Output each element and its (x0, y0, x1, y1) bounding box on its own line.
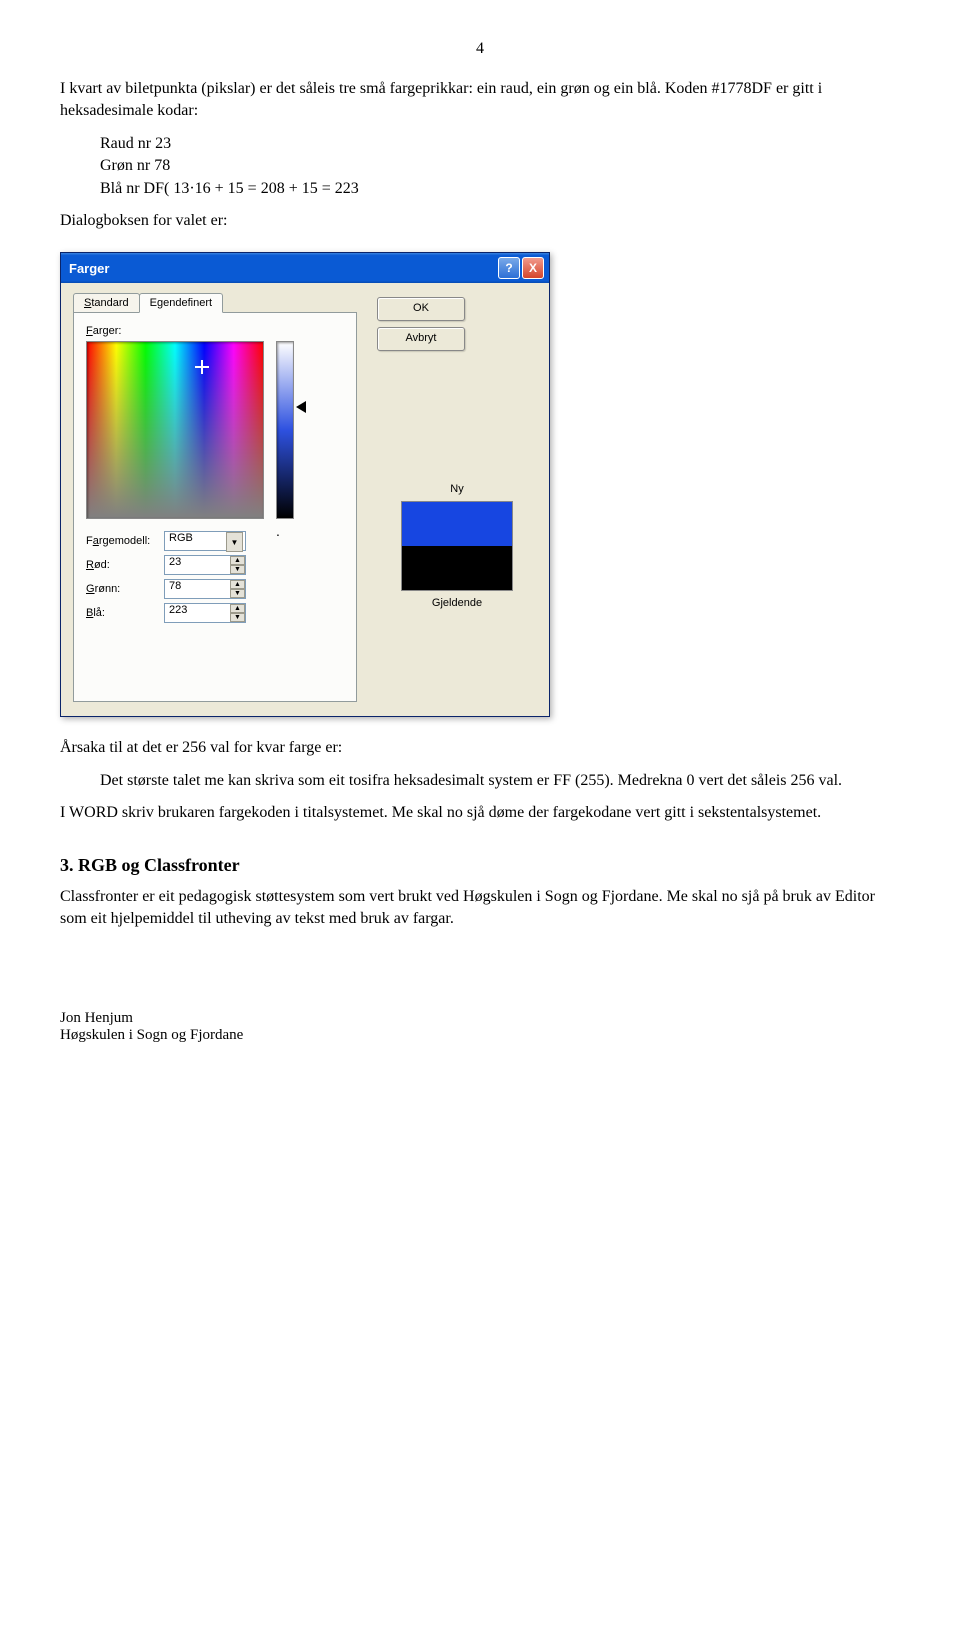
luminance-arrow-icon[interactable] (296, 401, 306, 413)
green-spinner[interactable]: ▲▼ (230, 580, 245, 598)
red-spinner[interactable]: ▲▼ (230, 556, 245, 574)
chevron-up-icon[interactable]: ▲ (230, 580, 245, 589)
page-footer: Jon Henjum Høgskulen i Sogn og Fjordane (60, 1010, 900, 1044)
current-color-swatch (402, 546, 512, 590)
green-label: Grønn: (86, 583, 164, 595)
paragraph-3: Årsaka til at det er 256 val for kvar fa… (60, 737, 900, 759)
new-color-label: Ny (377, 483, 537, 495)
blue-label: Blå: (86, 607, 164, 619)
help-button[interactable]: ? (498, 257, 520, 279)
paragraph-2: Dialogboksen for valet er: (60, 210, 900, 232)
model-dropdown[interactable]: RGB ▼ (164, 531, 244, 551)
chevron-up-icon[interactable]: ▲ (230, 604, 245, 613)
ok-button[interactable]: OK (377, 297, 465, 321)
chevron-down-icon[interactable]: ▼ (230, 565, 245, 574)
color-dialog: Farger ? X Standard Egendefinert OK Avbr… (60, 252, 550, 717)
model-label: Fargemodell: (86, 535, 164, 547)
code-block: Raud nr 23 Grøn nr 78 Blå nr DF( 13·16 +… (100, 133, 900, 200)
chevron-down-icon[interactable]: ▼ (230, 589, 245, 598)
page-number: 4 (60, 40, 900, 58)
code-line-1: Raud nr 23 (100, 135, 171, 152)
code-line-3: Blå nr DF( 13·16 + 15 = 208 + 15 = 223 (100, 180, 359, 197)
footer-institution: Høgskulen i Sogn og Fjordane (60, 1027, 900, 1044)
code-line-2: Grøn nr 78 (100, 157, 170, 174)
crosshair-icon (195, 360, 209, 374)
luminance-slider[interactable] (276, 341, 294, 519)
tab-panel-custom: Farger: . Fargemodell: RGB ▼ Rød: (73, 312, 357, 702)
chevron-down-icon[interactable]: ▼ (230, 613, 245, 622)
blue-spinner[interactable]: ▲▼ (230, 604, 245, 622)
tab-custom[interactable]: Egendefinert (139, 293, 223, 313)
footer-author: Jon Henjum (60, 1010, 900, 1027)
red-label: Rød: (86, 559, 164, 571)
color-picker-field[interactable] (86, 341, 264, 519)
dot-indicator: . (276, 523, 280, 539)
cancel-button[interactable]: Avbryt (377, 327, 465, 351)
current-color-label: Gjeldende (377, 597, 537, 609)
paragraph-5: I WORD skriv brukaren fargekoden i tital… (60, 802, 900, 824)
chevron-up-icon[interactable]: ▲ (230, 556, 245, 565)
paragraph-6: Classfronter er eit pedagogisk støttesys… (60, 886, 900, 931)
chevron-down-icon[interactable]: ▼ (226, 532, 243, 552)
section-heading: 3. RGB og Classfronter (60, 855, 900, 876)
close-button[interactable]: X (522, 257, 544, 279)
dialog-titlebar[interactable]: Farger ? X (61, 253, 549, 283)
colors-label: Farger: (86, 325, 344, 337)
tab-standard[interactable]: Standard (73, 293, 140, 313)
paragraph-4: Det største talet me kan skriva som eit … (100, 770, 900, 792)
dialog-title: Farger (69, 261, 109, 276)
paragraph-1: I kvart av biletpunkta (pikslar) er det … (60, 78, 900, 123)
color-swatch (401, 501, 513, 591)
new-color-swatch (402, 502, 512, 546)
